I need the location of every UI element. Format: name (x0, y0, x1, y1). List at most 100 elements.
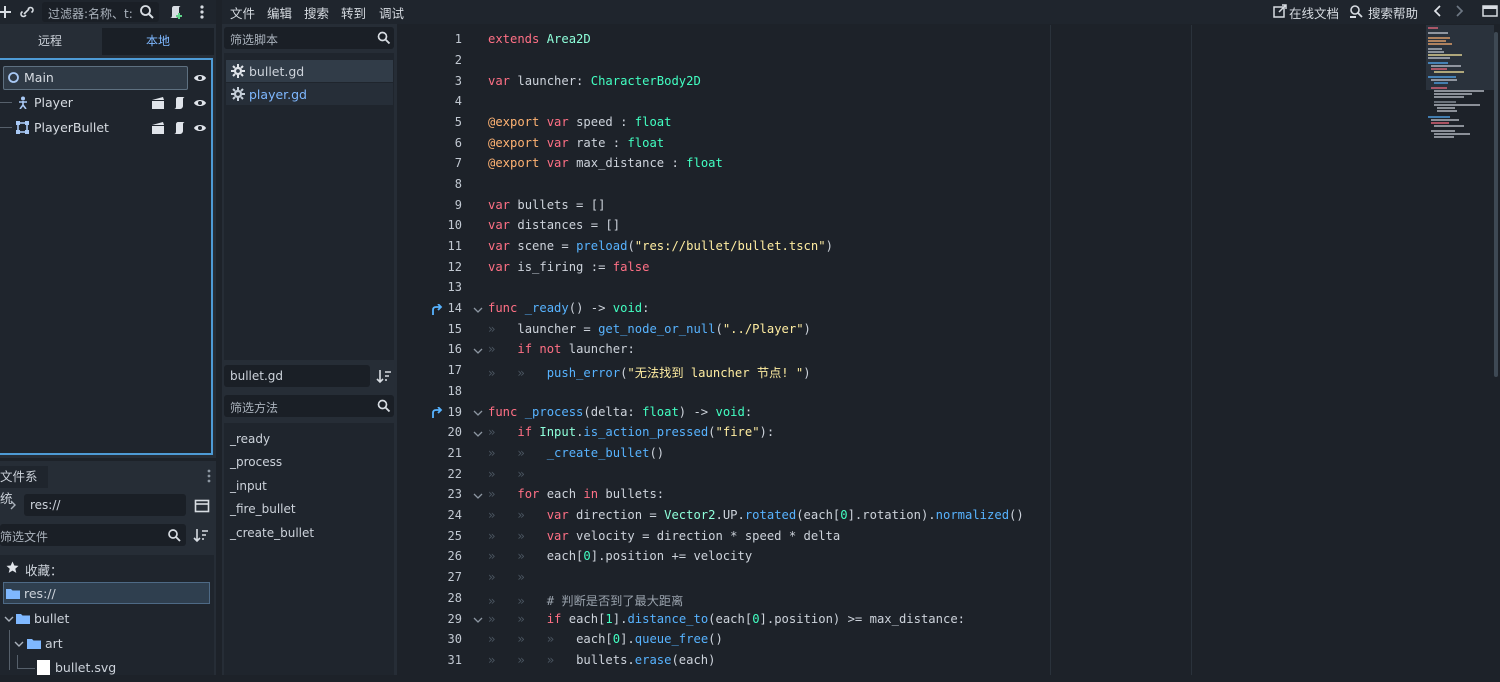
sort-icon[interactable] (193, 527, 209, 543)
tree-node-playerbullet[interactable]: PlayerBullet (0, 116, 210, 140)
open-scene-icon[interactable] (151, 121, 165, 135)
token: push_error (546, 366, 621, 380)
chevron-right-icon[interactable] (8, 499, 18, 511)
chevron-left-icon[interactable] (1432, 4, 1444, 18)
token: Area2D (539, 32, 591, 46)
line-number: 1 (454, 32, 462, 46)
fs-item-bullet-svg[interactable]: bullet.svg (55, 660, 116, 682)
dock-menu-icon[interactable] (203, 468, 215, 484)
code-line: @export var speed : float (488, 115, 671, 129)
token: if (517, 342, 533, 356)
method-item[interactable]: _create_bullet (230, 526, 314, 540)
line-number: 22 (447, 467, 462, 481)
script-filter-input[interactable]: 筛选脚本 (224, 27, 394, 49)
script-item-player-gd[interactable]: player.gd (226, 83, 393, 105)
tab-remote[interactable]: 远程 (0, 28, 100, 55)
code-line: func _process(delta: float) -> void: (488, 405, 752, 419)
line-number: 27 (447, 570, 462, 584)
tree-node-player[interactable]: Player (0, 91, 210, 115)
method-filter-input[interactable]: 筛选方法 (224, 395, 394, 417)
line-number: 30 (447, 632, 462, 646)
line-number: 12 (447, 260, 462, 274)
add-node-icon[interactable] (0, 3, 14, 21)
fs-item-art[interactable]: art (45, 636, 63, 658)
search-icon[interactable] (377, 31, 391, 45)
token: ( (627, 239, 635, 253)
token: normalized (935, 508, 1010, 522)
tree-node-main[interactable]: Main (0, 66, 210, 90)
favorites-label[interactable]: 收藏： (25, 560, 63, 582)
fold-chevron-icon[interactable] (473, 615, 483, 625)
chevron-down-icon[interactable] (4, 614, 14, 624)
visibility-eye-icon[interactable] (193, 96, 207, 110)
more-options-icon[interactable] (193, 3, 211, 21)
menu-search[interactable]: 搜索 (304, 3, 329, 22)
token: 0 (752, 612, 760, 626)
chevron-right-icon[interactable] (1453, 4, 1465, 18)
visibility-eye-icon[interactable] (193, 71, 207, 85)
search-icon[interactable] (138, 3, 156, 21)
editor-scrollbar[interactable] (1494, 32, 1498, 377)
node-label: Player (34, 95, 73, 110)
fold-chevron-icon[interactable] (473, 408, 483, 418)
token: launcher: (561, 342, 635, 356)
script-item-bullet-gd[interactable]: bullet.gd (226, 60, 393, 82)
method-override-icon[interactable] (431, 304, 443, 316)
code-minimap[interactable] (1426, 25, 1494, 145)
filesystem-title[interactable]: 文件系统 (0, 466, 48, 506)
line-number: 15 (447, 322, 462, 336)
fold-chevron-icon[interactable] (473, 346, 483, 356)
line-number: 28 (447, 591, 462, 605)
fold-chevron-icon[interactable] (473, 305, 483, 315)
open-scene-icon[interactable] (151, 96, 165, 110)
layout-toggle-icon[interactable] (194, 498, 210, 514)
menu-debug[interactable]: 调试 (379, 3, 404, 22)
token: 0 (583, 549, 591, 563)
code-line: » » _create_bullet() (488, 446, 665, 460)
window-toggle-icon[interactable] (1482, 4, 1498, 18)
search-help-button[interactable]: 搜索帮助 (1368, 3, 1418, 22)
token: ].position += velocity (590, 549, 753, 563)
code-line: extends Area2D (488, 32, 591, 46)
token: direction = (568, 508, 665, 522)
sort-icon[interactable] (376, 368, 392, 384)
chevron-down-icon[interactable] (14, 639, 24, 649)
search-icon[interactable] (377, 399, 391, 413)
script-icon[interactable] (172, 96, 186, 110)
token: CharacterBody2D (590, 74, 701, 88)
fold-chevron-icon[interactable] (473, 491, 483, 501)
fold-chevron-icon[interactable] (473, 429, 483, 439)
method-item[interactable]: _fire_bullet (230, 502, 296, 516)
method-item[interactable]: _input (230, 479, 267, 493)
path-text: res:// (30, 498, 61, 512)
filesystem-path-field[interactable]: res:// (24, 494, 186, 516)
online-docs-button[interactable]: 在线文档 (1289, 3, 1339, 22)
visibility-eye-icon[interactable] (193, 121, 207, 135)
current-script-field: bullet.gd (224, 365, 370, 387)
help-search-icon (1349, 4, 1364, 19)
token: var (488, 74, 511, 88)
token: is_firing := (510, 260, 613, 274)
file-filter-input[interactable]: 筛选文件 (0, 524, 186, 546)
search-icon[interactable] (167, 528, 182, 543)
token: ( (708, 425, 716, 439)
method-override-icon[interactable] (431, 407, 443, 419)
current-script-name: bullet.gd (230, 369, 284, 383)
menu-goto[interactable]: 转到 (341, 3, 366, 22)
script-name: bullet.gd (249, 64, 305, 79)
link-icon[interactable] (18, 3, 36, 21)
menu-file[interactable]: 文件 (230, 3, 255, 22)
fs-item-bullet[interactable]: bullet (34, 611, 69, 633)
tab-local[interactable]: 本地 (102, 28, 214, 55)
token: ]. (612, 612, 628, 626)
menu-edit[interactable]: 编辑 (267, 3, 292, 22)
script-icon[interactable] (172, 121, 186, 135)
token: for (517, 487, 540, 501)
method-item[interactable]: _process (230, 455, 282, 469)
token: @export (488, 156, 540, 170)
token: bullets = [] (510, 198, 606, 212)
attach-script-icon[interactable] (166, 3, 184, 21)
token: extends (488, 32, 540, 46)
method-item[interactable]: _ready (230, 432, 270, 446)
token: ].rotation). (847, 508, 936, 522)
